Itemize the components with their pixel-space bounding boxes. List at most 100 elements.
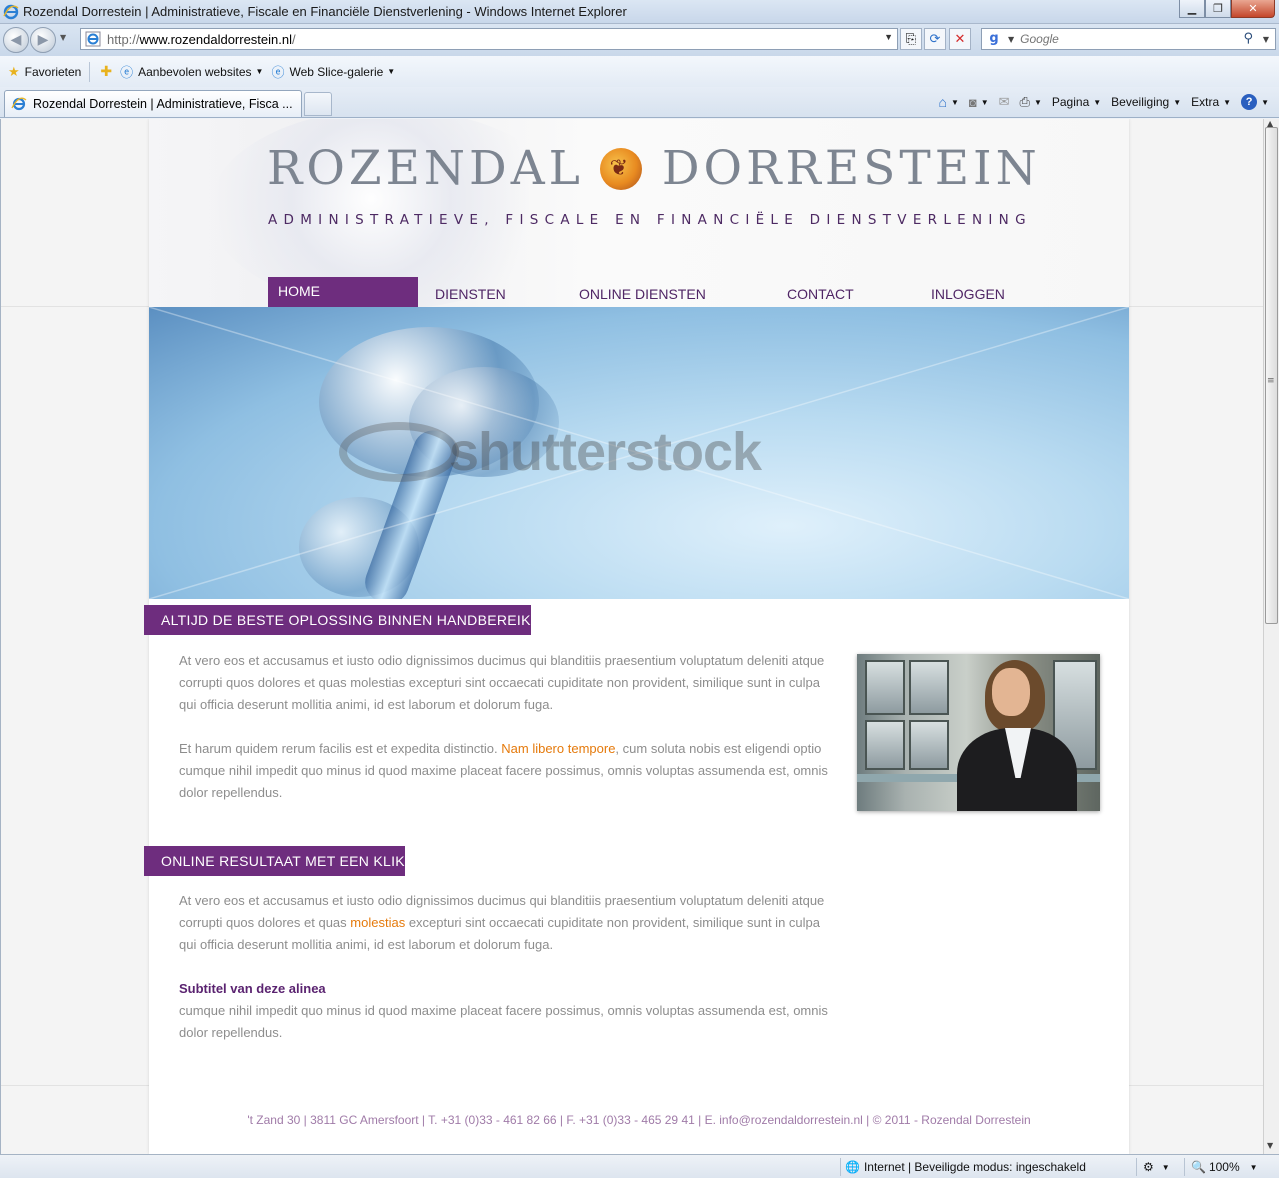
add-favorites-icon[interactable]: ✚: [100, 63, 112, 80]
fav-link-webslice[interactable]: ⓔ Web Slice-galerie ▼: [271, 62, 395, 81]
rss-feed-icon: ◙: [968, 94, 977, 110]
menu-item-online-diensten[interactable]: ONLINE DIENSTEN: [579, 277, 706, 311]
site-wrapper: ROZENDAL ❦ DORRESTEIN ADMINISTRATIEVE, F…: [144, 119, 1129, 1154]
address-dropdown-icon[interactable]: ▼: [884, 32, 893, 42]
page-ie-icon: ⓔ: [120, 65, 134, 80]
page-ie-icon: [11, 97, 27, 111]
page-menu-label: Pagina: [1051, 95, 1090, 109]
feeds-button[interactable]: ◙ ▼: [969, 95, 989, 110]
search-provider-dropdown-icon[interactable]: ▼: [1008, 35, 1014, 44]
watermark-text: shutterstock: [449, 422, 762, 482]
search-icon[interactable]: ⚲: [1243, 31, 1253, 46]
site-logo[interactable]: ROZENDAL ❦ DORRESTEIN: [267, 141, 1041, 196]
site-header: ROZENDAL ❦ DORRESTEIN ADMINISTRATIEVE, F…: [149, 119, 1129, 311]
businesswoman-photo: [857, 654, 1100, 811]
window-titlebar: Rozendal Dorrestein | Administratieve, F…: [0, 0, 1279, 24]
mail-icon: ✉: [998, 94, 1010, 109]
minimize-button[interactable]: ▁: [1179, 0, 1205, 18]
footer-contact-text: 't Zand 30 | 3811 GC Amersfoort | T. +31…: [247, 1113, 1031, 1127]
zoom-level: 100%: [1208, 1160, 1240, 1174]
page-menu-button[interactable]: Pagina ▼: [1052, 95, 1101, 109]
section2-subtitle: Subtitel van deze alinea: [179, 981, 326, 996]
forward-button[interactable]: ▶: [30, 27, 56, 53]
ie-logo-icon: [3, 4, 19, 19]
inline-link-molestias[interactable]: molestias: [350, 915, 405, 930]
fav-link-label: Web Slice-galerie: [289, 64, 384, 79]
logo-word-right: DORRESTEIN: [661, 141, 1041, 196]
chevron-down-icon: ▼: [1249, 1162, 1258, 1172]
chevron-down-icon: ▼: [1223, 97, 1232, 107]
mail-button[interactable]: ✉: [999, 94, 1010, 110]
window-pane: [865, 660, 905, 715]
favorites-button[interactable]: ★ Favorieten: [8, 64, 81, 80]
restore-button[interactable]: ❐: [1205, 0, 1231, 18]
globe-icon: 🌐: [845, 1160, 860, 1174]
site-footer: 't Zand 30 | 3811 GC Amersfoort | T. +31…: [149, 1085, 1129, 1154]
extra-menu-button[interactable]: Extra ▼: [1191, 95, 1231, 109]
tab-active[interactable]: Rozendal Dorrestein | Administratieve, F…: [4, 90, 302, 117]
new-tab-button[interactable]: [304, 92, 332, 116]
security-menu-button[interactable]: Beveiliging ▼: [1111, 95, 1181, 109]
tab-title: Rozendal Dorrestein | Administratieve, F…: [33, 97, 293, 111]
back-button[interactable]: ◀: [3, 27, 29, 53]
fav-link-recommended[interactable]: ⓔ Aanbevolen websites ▼: [120, 62, 263, 81]
search-input[interactable]: [1020, 32, 1241, 46]
menu-item-diensten[interactable]: DIENSTEN: [435, 277, 506, 311]
command-bar: ⌂ ▼ ◙ ▼ ✉ ⎙ ▼ Pagina ▼ Beveiliging ▼ Extra ▼ ?…: [928, 90, 1269, 114]
stop-icon[interactable]: ✕: [949, 28, 971, 50]
menu-item-contact[interactable]: CONTACT: [787, 277, 854, 311]
google-search-icon: g: [989, 31, 999, 46]
inline-link-nam-libero[interactable]: Nam libero tempore: [501, 741, 615, 756]
extra-menu-label: Extra: [1191, 95, 1220, 109]
chevron-down-icon: ▼: [1173, 97, 1182, 107]
chevron-down-icon: ▼: [1033, 97, 1042, 107]
site-tagline: ADMINISTRATIEVE, FISCALE EN FINANCIËLE D…: [268, 212, 1032, 228]
woman-face: [992, 668, 1030, 716]
watermark-logo-icon: [339, 422, 459, 482]
watermark: shutterstock: [339, 421, 762, 483]
print-button[interactable]: ⎙ ▼: [1020, 94, 1042, 110]
help-button[interactable]: ? ▼: [1241, 94, 1269, 110]
favorites-label: Favorieten: [24, 64, 82, 79]
window-pane: [865, 720, 905, 770]
hero-banner-image: shutterstock: [149, 307, 1129, 599]
chevron-down-icon: ▼: [950, 97, 959, 107]
scrollbar-grip-icon: ≡: [1267, 376, 1275, 386]
scroll-down-icon[interactable]: ▼: [1267, 1141, 1273, 1150]
navigation-bar: ◀ ▶ ▼ http://www.rozendaldorrestein.nl / …: [0, 24, 1279, 56]
section-title-1: ALTIJD DE BESTE OPLOSSING BINNEN HANDBER…: [144, 605, 531, 635]
window-pane: [909, 660, 949, 715]
chevron-down-icon: ▼: [980, 97, 989, 107]
window-title: Rozendal Dorrestein | Administratieve, F…: [23, 4, 627, 19]
close-window-button[interactable]: ✕: [1231, 0, 1275, 18]
menu-item-inloggen[interactable]: INLOGGEN: [931, 277, 1005, 311]
refresh-icon[interactable]: ⟳: [924, 28, 946, 50]
fav-link-label: Aanbevolen websites: [138, 64, 252, 79]
search-options-dropdown-icon[interactable]: ▼: [1263, 35, 1269, 44]
home-button[interactable]: ⌂ ▼: [938, 94, 958, 110]
page-ie-icon: [85, 31, 101, 47]
settings-icon: ⚙: [1143, 1160, 1154, 1174]
zoom-magnifier-icon: 🔍: [1191, 1160, 1206, 1174]
url-protocol: http://: [107, 31, 140, 47]
tab-bar: Rozendal Dorrestein | Administratieve, F…: [0, 87, 1279, 118]
divider: [89, 61, 91, 82]
protected-mode-toggle[interactable]: ⚙ ▼: [1136, 1158, 1182, 1176]
print-icon: ⎙: [1019, 94, 1030, 109]
section2-paragraph-2: cumque nihil impedit quo minus id quod m…: [179, 1003, 828, 1040]
window-pane: [909, 720, 949, 770]
zoom-control[interactable]: 🔍 100% ▼: [1184, 1158, 1264, 1176]
vertical-scrollbar[interactable]: ▲ ≡ ▼: [1263, 119, 1279, 1154]
security-zone[interactable]: 🌐 Internet | Beveiligde modus: ingeschak…: [840, 1158, 1130, 1176]
section-title-2: ONLINE RESULTAAT MET EEN KLIK: [144, 846, 405, 876]
security-zone-text: Internet | Beveiligde modus: ingeschakel…: [863, 1160, 1086, 1174]
logo-emblem-icon: ❦: [599, 147, 642, 190]
compatibility-view-icon[interactable]: ⎘: [900, 28, 922, 50]
url-host: www.rozendaldorrestein.nl: [139, 31, 292, 47]
address-bar[interactable]: http://www.rozendaldorrestein.nl / ▼: [80, 28, 898, 50]
section1-paragraph-1: At vero eos et accusamus et iusto odio d…: [179, 653, 825, 712]
chevron-down-icon: ▼: [1093, 97, 1102, 107]
search-box[interactable]: g ▼ ⚲ ▼: [981, 28, 1276, 50]
menu-item-home[interactable]: HOME: [268, 277, 418, 311]
history-dropdown-icon[interactable]: ▼: [60, 33, 66, 42]
